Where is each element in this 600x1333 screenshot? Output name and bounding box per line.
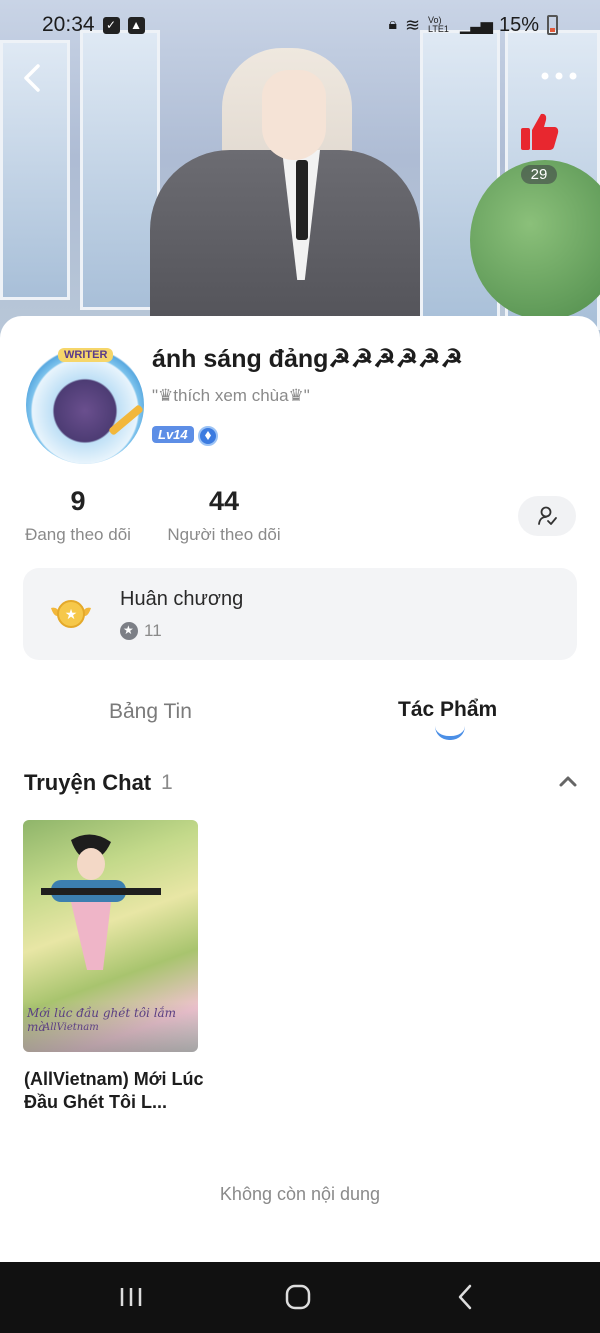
network-label: Vo) LTE1 xyxy=(428,15,449,34)
tab-news[interactable]: Bảng Tin xyxy=(109,700,192,724)
writer-badge: WRITER xyxy=(58,348,114,362)
star-badge-icon xyxy=(120,622,138,640)
following-stat[interactable]: 9 Đang theo dõi xyxy=(20,486,136,545)
profile-card: WRITER ánh sáng đảng☭☭☭☭☭☭ "♛thích xem c… xyxy=(0,316,600,1262)
character-tie xyxy=(296,160,308,240)
follow-user-button[interactable] xyxy=(518,496,576,536)
profile-name: ánh sáng đảng☭☭☭☭☭☭ xyxy=(152,345,463,373)
status-right: 🔒︎ ≋ Vo) LTE1 ▁▃▅ 15% xyxy=(388,14,558,37)
battery-percent: 15% xyxy=(498,13,539,36)
thumbs-up-icon xyxy=(521,113,559,150)
lock-icon: 🔒︎ xyxy=(388,16,397,33)
avatar[interactable]: WRITER xyxy=(26,346,144,464)
medal-card[interactable]: ★ Huân chương 11 xyxy=(23,568,577,660)
more-dots-icon xyxy=(541,72,577,80)
chevron-up-icon xyxy=(559,776,577,787)
recent-apps-button[interactable] xyxy=(112,1282,152,1312)
recent-apps-icon xyxy=(120,1288,142,1306)
checkbox-notification-icon: ✓ xyxy=(102,16,120,34)
story-title[interactable]: (AllVietnam) Mới Lúc Đầu Ghét Tôi L... xyxy=(24,1068,204,1114)
medal-icon: ★ xyxy=(51,600,91,628)
following-label: Đang theo dõi xyxy=(25,525,131,544)
active-tab-indicator xyxy=(435,726,465,740)
profile-banner xyxy=(0,0,600,350)
back-button[interactable] xyxy=(18,60,48,96)
story-cover[interactable]: Mới lúc đầu ghét tôi lắm mà AllVietnam xyxy=(23,820,198,1052)
profile-bio: "♛thích xem chùa♛" xyxy=(152,386,310,405)
battery-icon xyxy=(547,15,558,35)
back-arrow-icon xyxy=(458,1284,472,1310)
medal-title: Huân chương xyxy=(120,588,244,610)
medal-count: 11 xyxy=(144,621,162,640)
tab-works[interactable]: Tác Phẩm xyxy=(398,698,497,722)
svg-text:★: ★ xyxy=(65,607,78,623)
status-time: 20:34 xyxy=(42,13,95,36)
followers-label: Người theo dõi xyxy=(167,525,281,544)
home-icon xyxy=(285,1284,311,1310)
wifi-icon: ≋ xyxy=(404,14,421,35)
image-notification-icon: ▲ xyxy=(127,16,145,34)
like-button[interactable]: 29 xyxy=(514,110,564,186)
cover-illustration xyxy=(41,834,161,970)
more-options-button[interactable] xyxy=(538,64,580,88)
following-count: 9 xyxy=(70,486,86,516)
level-badge: Lv14 xyxy=(152,426,194,443)
character-face xyxy=(262,70,326,160)
gem-icon xyxy=(198,426,218,446)
section-title: Truyện Chat xyxy=(24,770,152,795)
followers-count: 44 xyxy=(208,486,240,516)
user-check-icon xyxy=(538,506,557,525)
end-of-content-note: Không còn nội dung xyxy=(219,1184,381,1204)
section-count: 1 xyxy=(161,771,173,794)
system-nav-bar xyxy=(0,1262,600,1333)
signal-icon: ▁▃▅ xyxy=(460,17,493,34)
followers-stat[interactable]: 44 Người theo dõi xyxy=(162,486,286,545)
status-bar: 20:34 ✓ ▲ 🔒︎ ≋ Vo) LTE1 ▁▃▅ 15% xyxy=(0,0,600,50)
chevron-left-icon xyxy=(24,64,40,92)
cover-subcaption: AllVietnam xyxy=(43,1022,99,1033)
pen-icon xyxy=(108,404,144,436)
like-count: 29 xyxy=(520,165,558,184)
background-window xyxy=(80,30,160,310)
home-button[interactable] xyxy=(278,1282,318,1312)
system-back-button[interactable] xyxy=(446,1282,486,1312)
collapse-section-button[interactable] xyxy=(556,770,580,794)
